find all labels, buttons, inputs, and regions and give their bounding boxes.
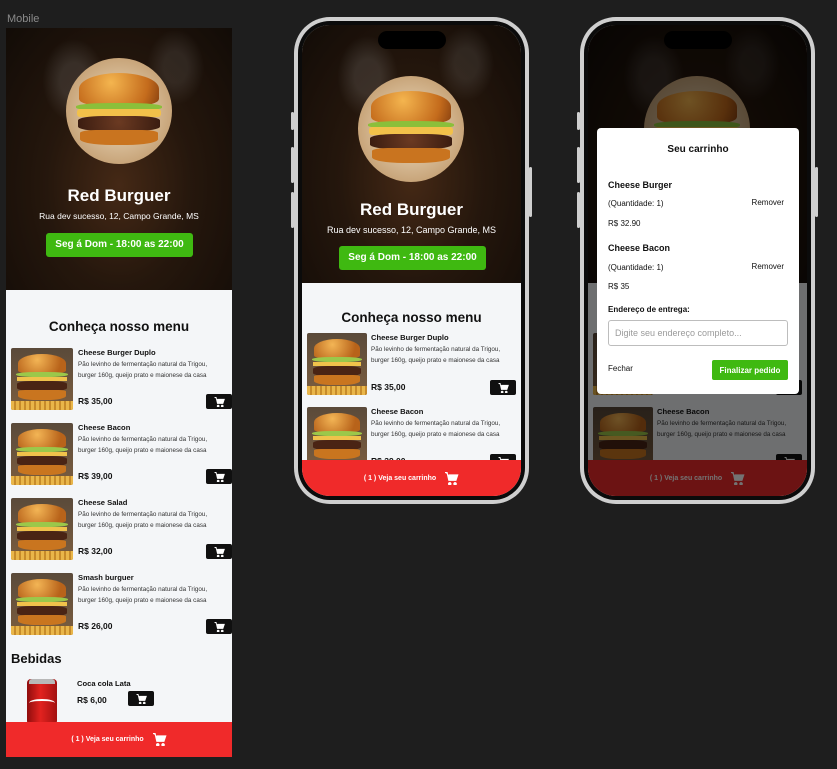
dynamic-island bbox=[377, 31, 446, 49]
drink-image bbox=[27, 679, 57, 725]
menu-item-image bbox=[11, 423, 73, 485]
menu-item-price: R$ 35,00 bbox=[371, 382, 406, 392]
restaurant-logo bbox=[66, 58, 172, 164]
view-cart-bar[interactable]: ( 1 ) Veja seu carrinho bbox=[302, 460, 521, 496]
view-cart-bar[interactable]: ( 1 ) Veja seu carrinho bbox=[6, 722, 232, 757]
opening-hours-badge: Seg á Dom - 18:00 as 22:00 bbox=[339, 246, 486, 270]
menu-item-name: Smash burguer bbox=[78, 573, 134, 582]
menu-item: Smash burguer Pão levinho de fermentação… bbox=[11, 573, 232, 637]
restaurant-name: Red Burguer bbox=[67, 186, 171, 205]
drinks-heading: Bebidas bbox=[11, 651, 62, 666]
menu-item-name: Cheese Bacon bbox=[78, 423, 131, 432]
cart-icon bbox=[214, 621, 225, 632]
add-to-cart-button[interactable] bbox=[206, 544, 232, 559]
cart-icon bbox=[214, 396, 225, 407]
view-cart-label: ( 1 ) Veja seu carrinho bbox=[71, 736, 144, 743]
phone-frame-menu: Red Burguer Rua dev sucesso, 12, Campo G… bbox=[291, 17, 532, 504]
cart-modal-title: Seu carrinho bbox=[667, 144, 729, 155]
menu-item: Cheese Bacon Pão levinho de fermentação … bbox=[11, 423, 232, 487]
menu-item-price: R$ 26,00 bbox=[78, 621, 113, 631]
opening-hours-badge: Seg á Dom - 18:00 as 22:00 bbox=[46, 233, 193, 257]
cart-item-price: R$ 35 bbox=[608, 282, 630, 291]
menu-item-desc: Pão levinho de fermentação natural da Tr… bbox=[371, 346, 501, 364]
restaurant-address: Rua dev sucesso, 12, Campo Grande, MS bbox=[326, 225, 497, 235]
close-modal-button[interactable]: Fechar bbox=[608, 364, 633, 373]
remove-item-button[interactable]: Remover bbox=[752, 262, 784, 271]
restaurant-address: Rua dev sucesso, 12, Campo Grande, MS bbox=[39, 211, 199, 221]
menu-item-price: R$ 39,00 bbox=[78, 471, 113, 481]
cart-item-name: Cheese Burger bbox=[608, 180, 673, 190]
add-to-cart-button[interactable] bbox=[490, 380, 516, 395]
cart-item-name: Cheese Bacon bbox=[608, 243, 671, 253]
menu-item-name: Cheese Bacon bbox=[371, 407, 424, 416]
add-to-cart-button[interactable] bbox=[206, 619, 232, 634]
cart-icon bbox=[136, 693, 147, 704]
menu-item-image bbox=[11, 573, 73, 635]
cart-item-quantity: (Quantidade: 1) bbox=[608, 263, 664, 272]
add-to-cart-button[interactable] bbox=[206, 394, 232, 409]
cart-icon bbox=[214, 471, 225, 482]
cart-item-quantity: (Quantidade: 1) bbox=[608, 199, 664, 208]
menu-heading: Conheça nosso menu bbox=[48, 319, 190, 334]
cart-icon bbox=[498, 382, 509, 393]
menu-item: Cheese Salad Pão levinho de fermentação … bbox=[11, 498, 232, 562]
view-cart-label: ( 1 ) Veja seu carrinho bbox=[363, 475, 437, 482]
drink-name: Coca cola Lata bbox=[77, 679, 131, 688]
menu-item-desc: Pão levinho de fermentação natural da Tr… bbox=[371, 420, 501, 438]
menu-item-desc: Pão levinho de fermentação natural da Tr… bbox=[78, 361, 208, 379]
cart-icon bbox=[445, 472, 459, 485]
menu-item-price: R$ 35,00 bbox=[78, 396, 113, 406]
cart-item-price: R$ 32.90 bbox=[608, 219, 641, 228]
phone-frame-cart-modal: R$ 35,00 Cheese Bacon Pão levinho de fer… bbox=[577, 17, 818, 504]
restaurant-logo bbox=[358, 76, 464, 182]
restaurant-name: Red Burguer bbox=[360, 200, 463, 219]
menu-item: Cheese Burger Duplo Pão levinho de ferme… bbox=[307, 333, 521, 397]
menu-item-price: R$ 32,00 bbox=[78, 546, 113, 556]
mobile-frame-full: Red Burguer Rua dev sucesso, 12, Campo G… bbox=[6, 28, 232, 757]
menu-item-image bbox=[11, 348, 73, 410]
add-to-cart-button[interactable] bbox=[206, 469, 232, 484]
finish-order-button[interactable]: Finalizar pedido bbox=[712, 360, 788, 380]
remove-item-button[interactable]: Remover bbox=[752, 198, 784, 207]
menu-item-desc: Pão levinho de fermentação natural da Tr… bbox=[78, 511, 208, 529]
menu-item-desc: Pão levinho de fermentação natural da Tr… bbox=[78, 436, 208, 454]
dynamic-island bbox=[663, 31, 732, 49]
drink-price: R$ 6,00 bbox=[77, 695, 107, 705]
drink-item: Coca cola Lata R$ 6,00 bbox=[11, 675, 228, 725]
address-input[interactable] bbox=[608, 320, 788, 346]
menu-item-name: Cheese Burger Duplo bbox=[78, 348, 156, 357]
address-label: Endereço de entrega: bbox=[608, 305, 690, 314]
cart-modal: Seu carrinho Cheese Burger (Quantidade: … bbox=[597, 128, 799, 394]
menu-item-desc: Pão levinho de fermentação natural da Tr… bbox=[78, 586, 208, 604]
menu-item: Cheese Burger Duplo Pão levinho de ferme… bbox=[11, 348, 232, 412]
hero-banner: Red Burguer Rua dev sucesso, 12, Campo G… bbox=[6, 28, 232, 290]
cart-icon bbox=[152, 733, 167, 746]
cart-icon bbox=[214, 546, 225, 557]
add-to-cart-button[interactable] bbox=[128, 691, 154, 706]
menu-item-image bbox=[307, 333, 367, 395]
canvas-label: Mobile bbox=[7, 13, 40, 25]
menu-item-name: Cheese Burger Duplo bbox=[371, 333, 449, 342]
hero-banner: Red Burguer Rua dev sucesso, 12, Campo G… bbox=[302, 25, 521, 283]
menu-item-name: Cheese Salad bbox=[78, 498, 128, 507]
menu-heading: Conheça nosso menu bbox=[341, 310, 482, 325]
menu-item-image bbox=[11, 498, 73, 560]
